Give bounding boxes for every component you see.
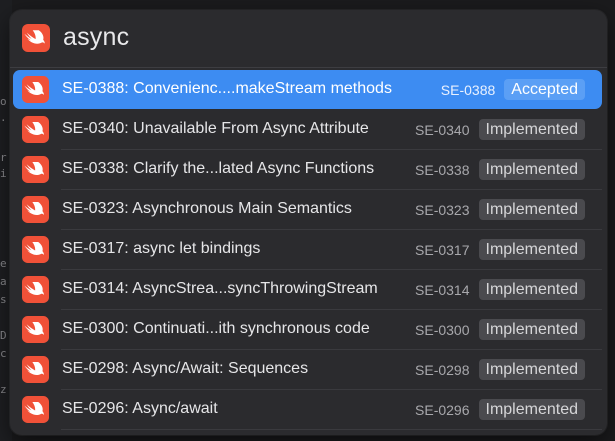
result-row[interactable]: SE-0317: async let bindings Implemented SE… [13, 230, 602, 270]
result-row[interactable]: SE-0298: Async/Await: Sequences Implement… [13, 350, 602, 390]
background-glyph: c [0, 347, 7, 360]
result-title: SE-0323: Asynchronous Main Semantics [62, 200, 352, 217]
result-title: SE-0314: AsyncStrea...syncThrowingStream [62, 280, 378, 297]
background-glyph: i [0, 167, 7, 180]
row-separator [61, 429, 602, 430]
status-badge: Implemented [478, 239, 585, 260]
result-row[interactable]: SE-0300: Continuati...ith synchronous co… [13, 310, 602, 350]
swift-icon [22, 196, 49, 223]
background-glyph: a [0, 275, 7, 288]
result-row[interactable]: SE-0323: Asynchronous Main Semantics Impl… [13, 190, 602, 230]
status-badge: Implemented [478, 359, 585, 380]
status-badge: Implemented [478, 279, 585, 300]
proposal-code: SE-0300 [415, 322, 470, 338]
result-row[interactable]: SE-0296: Async/await Implemented SE-0296 [13, 390, 602, 430]
background-glyph: D [0, 329, 7, 342]
status-badge: Implemented [478, 319, 585, 340]
proposal-code: SE-0296 [415, 402, 470, 418]
result-title: SE-0340: Unavailable From Async Attribut… [62, 120, 369, 137]
swift-icon [22, 396, 49, 423]
background-glyph: s [0, 293, 7, 306]
proposal-code: SE-0323 [415, 202, 470, 218]
result-title: SE-0298: Async/Await: Sequences [62, 360, 309, 377]
swift-icon [22, 156, 49, 183]
proposal-code: SE-0317 [415, 242, 470, 258]
status-badge: Accepted [504, 79, 585, 100]
background-glyph: o [0, 95, 7, 108]
result-title: SE-0300: Continuati...ith synchronous co… [62, 320, 370, 337]
swift-icon [22, 236, 49, 263]
proposal-code: SE-0388 [440, 82, 496, 98]
background-glyph: z [0, 383, 7, 396]
background-glyph: e [0, 257, 7, 270]
swift-icon [22, 356, 49, 383]
proposal-code: SE-0298 [415, 362, 470, 378]
search-panel: async SE-0388: Convenienc....makeStream … [10, 10, 607, 435]
search-input[interactable]: async [63, 23, 129, 52]
search-divider [10, 67, 607, 68]
swift-icon [22, 316, 49, 343]
status-badge: Implemented [478, 119, 585, 140]
background-glyph: . [0, 111, 7, 124]
proposal-code: SE-0338 [415, 162, 470, 178]
result-row[interactable]: SE-0340: Unavailable From Async Attribut… [13, 110, 602, 150]
status-badge: Implemented [478, 199, 585, 220]
proposal-code: SE-0314 [415, 282, 470, 298]
result-row[interactable]: SE-0314: AsyncStrea...syncThrowingStream… [13, 270, 602, 310]
status-badge: Implemented [478, 399, 585, 420]
result-row[interactable]: SE-0338: Clarify the...lated Async Funct… [13, 150, 602, 190]
proposal-code: SE-0340 [415, 122, 470, 138]
result-title: SE-0296: Async/await [62, 400, 218, 417]
swift-icon [22, 76, 49, 103]
result-row[interactable]: SE-0388: Convenienc....makeStream method… [13, 70, 602, 109]
result-title: SE-0317: async let bindings [62, 240, 261, 257]
result-title: SE-0338: Clarify the...lated Async Funct… [62, 160, 375, 177]
background-glyph: r [0, 151, 7, 164]
swift-icon [22, 276, 49, 303]
status-badge: Implemented [478, 159, 585, 180]
result-title: SE-0388: Convenienc....makeStream method… [62, 80, 392, 97]
search-bar[interactable]: async [10, 10, 607, 67]
swift-icon [22, 24, 50, 52]
swift-icon [22, 116, 49, 143]
